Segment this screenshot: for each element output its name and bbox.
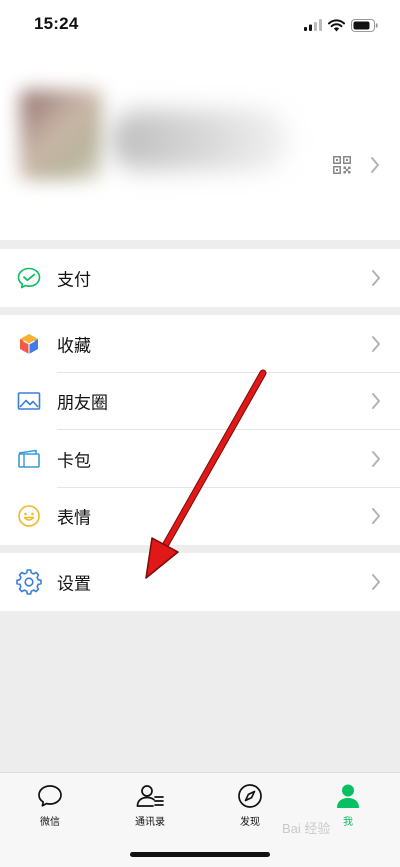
status-icons	[304, 15, 378, 35]
status-bar: 15:24	[0, 0, 400, 50]
profile-name-blurred	[110, 110, 290, 170]
chevron-right-icon	[372, 335, 380, 352]
wechat-pay-icon	[17, 267, 41, 289]
favorites-cube-icon	[20, 333, 38, 354]
menu-item-label: 卡包	[57, 451, 91, 472]
chevron-right-icon	[372, 508, 380, 525]
tab-chats[interactable]: 微信	[15, 783, 85, 828]
menu-item-settings[interactable]: 设置	[0, 553, 400, 611]
watermark: Bai 经验	[282, 821, 331, 836]
contacts-icon	[136, 785, 164, 807]
home-indicator[interactable]	[130, 852, 270, 857]
tab-label: 微信	[40, 817, 60, 828]
chevron-right-icon	[372, 393, 380, 410]
menu-group-settings: 设置	[0, 553, 400, 611]
chevron-right-icon	[372, 573, 380, 590]
qr-code-icon[interactable]	[333, 156, 351, 174]
battery-icon	[351, 18, 378, 32]
chevron-right-icon	[372, 450, 380, 467]
status-time: 15:24	[34, 14, 79, 33]
menu-group-services: 收藏 朋友圈 卡包 表情	[0, 315, 400, 545]
wifi-icon	[328, 18, 345, 31]
cellular-signal-icon	[304, 19, 322, 31]
smiley-sticker-icon	[18, 505, 40, 528]
menu-item-cards[interactable]: 卡包	[0, 430, 400, 488]
tab-label: 通讯录	[135, 817, 165, 828]
tab-contacts[interactable]: 通讯录	[115, 783, 185, 828]
moments-picture-icon	[17, 392, 41, 411]
menu-item-label: 设置	[57, 574, 91, 595]
person-icon	[337, 784, 359, 808]
tab-label: 发现	[240, 817, 260, 828]
menu-group-pay: 支付	[0, 249, 400, 307]
compass-icon	[238, 784, 262, 808]
menu-item-label: 表情	[57, 508, 91, 529]
tab-discover[interactable]: 发现	[215, 783, 285, 828]
chevron-right-icon	[371, 157, 379, 173]
gear-icon	[16, 568, 42, 595]
menu-item-moments[interactable]: 朋友圈	[0, 373, 400, 430]
menu-item-pay[interactable]: 支付	[0, 249, 400, 307]
menu-item-label: 朋友圈	[57, 393, 108, 414]
menu-item-label: 收藏	[57, 336, 91, 357]
menu-item-stickers[interactable]: 表情	[0, 488, 400, 546]
menu-item-favorites[interactable]: 收藏	[0, 315, 400, 373]
chat-bubble-icon	[38, 785, 62, 807]
card-wallet-icon	[18, 449, 40, 468]
avatar[interactable]	[20, 90, 102, 180]
menu-item-label: 支付	[57, 270, 91, 291]
chevron-right-icon	[372, 269, 380, 286]
profile-header[interactable]	[0, 50, 400, 240]
